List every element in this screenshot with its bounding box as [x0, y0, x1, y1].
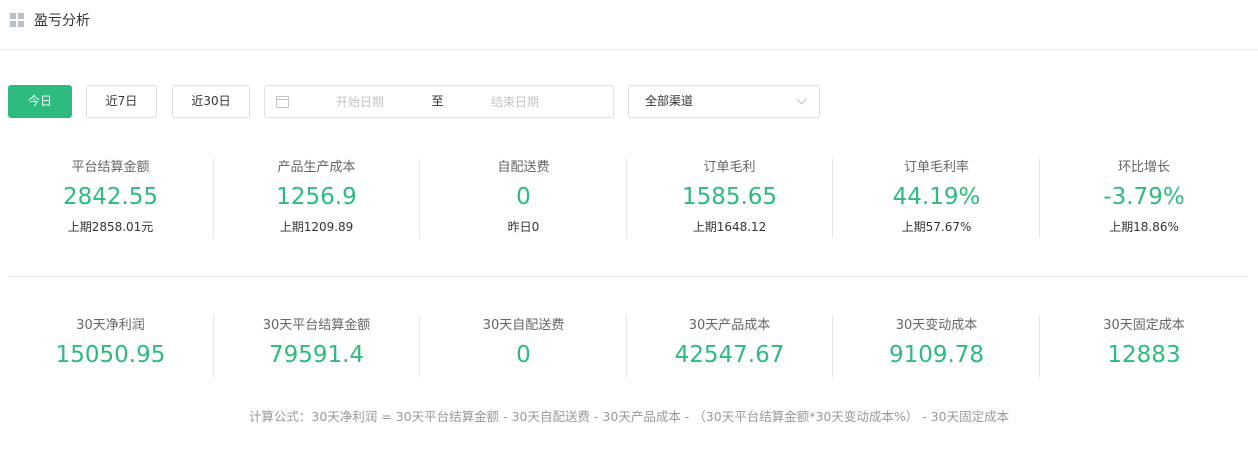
stat-label: 30天平台结算金额 — [262, 318, 371, 333]
last-7-days-button[interactable]: 近7日 — [86, 85, 157, 118]
stat-platform-settlement: 平台结算金额 2842.55 上期2858.01元 — [8, 158, 214, 238]
stat-previous: 上期1209.89 — [279, 220, 354, 234]
stat-previous: 上期18.86% — [1109, 220, 1179, 234]
stat-label: 自配送费 — [497, 160, 550, 175]
today-button[interactable]: 今日 — [8, 85, 72, 118]
stat-value: 1256.9 — [276, 184, 357, 210]
stat-previous: 上期1648.12 — [692, 220, 767, 234]
date-separator: 至 — [431, 94, 444, 108]
calendar-icon — [276, 96, 289, 108]
stat-value: 44.19% — [892, 184, 981, 210]
stat-value: 12883 — [1107, 342, 1181, 368]
stat-30d-variable-cost: 30天变动成本 9109.78 — [834, 316, 1040, 378]
stat-production-cost: 产品生产成本 1256.9 上期1209.89 — [214, 158, 420, 238]
stat-label: 30天变动成本 — [895, 318, 978, 333]
stat-value: 15050.95 — [55, 342, 166, 368]
stat-order-gross-profit: 订单毛利 1585.65 上期1648.12 — [627, 158, 833, 238]
stat-30d-self-delivery-fee: 30天自配送费 0 — [421, 316, 627, 378]
stat-30d-product-cost: 30天产品成本 42547.67 — [627, 316, 833, 378]
start-date-input[interactable] — [295, 86, 425, 117]
stat-label: 30天净利润 — [76, 318, 145, 333]
stats-summary-30-days: 30天净利润 15050.95 30天平台结算金额 79591.4 30天自配送… — [8, 316, 1248, 378]
stat-label: 订单毛利 — [703, 160, 756, 175]
stat-label: 产品生产成本 — [277, 160, 356, 175]
stat-value: 0 — [516, 184, 531, 210]
stat-label: 30天固定成本 — [1103, 318, 1185, 333]
stat-label: 平台结算金额 — [71, 160, 150, 175]
stat-value: 0 — [516, 342, 531, 368]
stat-30d-platform-settlement: 30天平台结算金额 79591.4 — [214, 316, 420, 378]
stat-value: 2842.55 — [62, 184, 159, 210]
stat-previous: 上期57.67% — [901, 220, 972, 234]
end-date-input[interactable] — [450, 86, 580, 117]
channel-select[interactable]: 全部渠道 — [628, 85, 820, 118]
stats-summary-today: 平台结算金额 2842.55 上期2858.01元 产品生产成本 1256.9 … — [8, 158, 1248, 238]
stat-30d-net-profit: 30天净利润 15050.95 — [8, 316, 214, 378]
channel-select-value: 全部渠道 — [645, 94, 694, 108]
page-header: 盈亏分析 — [0, 0, 1258, 50]
stat-gross-margin: 订单毛利率 44.19% 上期57.67% — [834, 158, 1040, 238]
stat-value: 42547.67 — [674, 342, 785, 368]
page-title: 盈亏分析 — [34, 13, 90, 29]
last-30-days-button[interactable]: 近30日 — [172, 85, 250, 118]
stat-value: 79591.4 — [268, 342, 365, 368]
stat-30d-fixed-cost: 30天固定成本 12883 — [1041, 316, 1247, 378]
formula-note: 计算公式：30天净利润 = 30天平台结算金额 - 30天自配送费 - 30天产… — [248, 409, 1010, 424]
stat-label: 环比增长 — [1117, 160, 1170, 175]
section-divider — [8, 276, 1248, 277]
stat-label: 30天产品成本 — [688, 318, 771, 333]
stat-label: 订单毛利率 — [903, 160, 969, 175]
stat-period-growth: 环比增长 -3.79% 上期18.86% — [1041, 158, 1247, 238]
stat-value: -3.79% — [1103, 184, 1185, 210]
stat-value: 1585.65 — [681, 184, 778, 210]
stat-previous: 上期2858.01元 — [67, 220, 154, 234]
date-range-picker[interactable]: 至 — [264, 85, 614, 118]
chevron-down-icon — [796, 94, 807, 105]
stat-label: 30天自配送费 — [482, 318, 565, 333]
grid-icon — [10, 13, 24, 27]
stat-self-delivery-fee: 自配送费 0 昨日0 — [421, 158, 627, 238]
stat-previous: 昨日0 — [507, 220, 540, 234]
stat-value: 9109.78 — [888, 342, 985, 368]
